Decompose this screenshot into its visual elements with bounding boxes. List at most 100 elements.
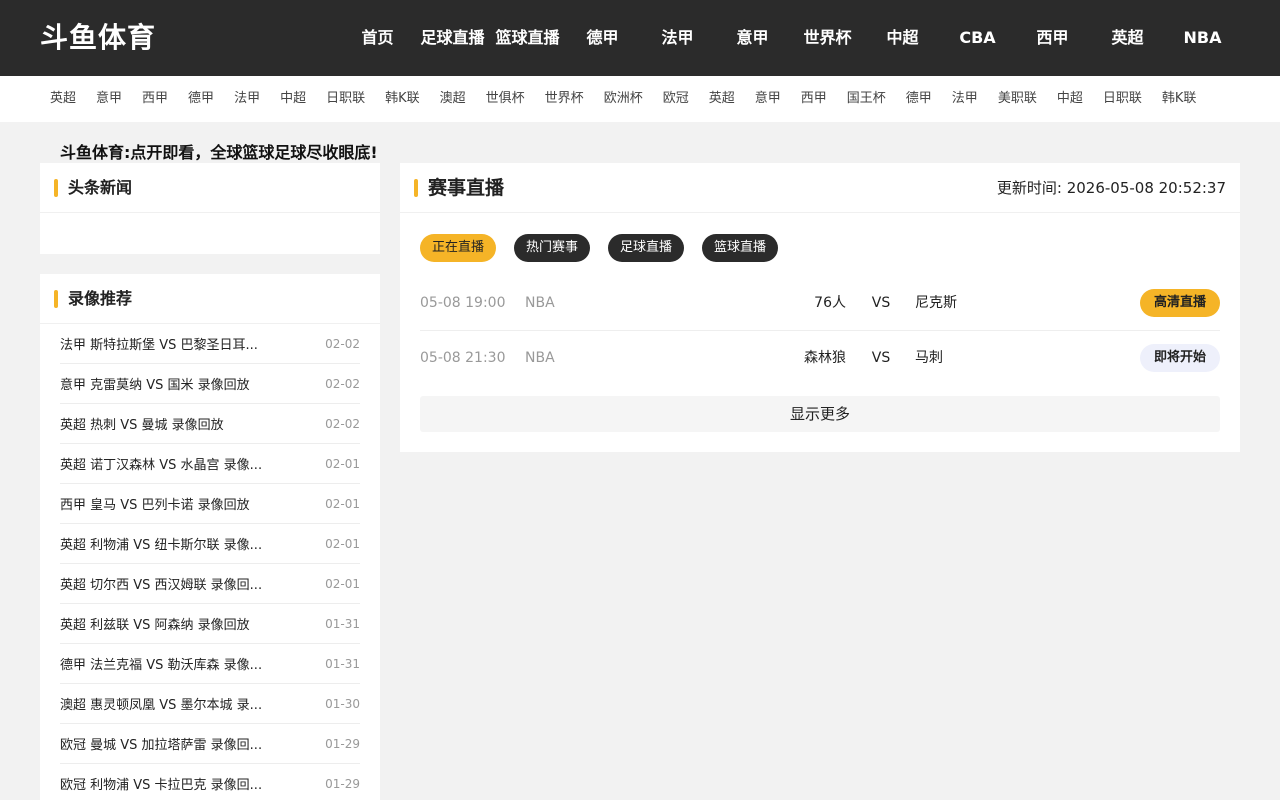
replay-date: 02-01 bbox=[325, 536, 360, 551]
replay-title[interactable]: 英超 利物浦 VS 纽卡斯尔联 录像... bbox=[60, 534, 262, 553]
subnav-item[interactable]: 世俱杯 bbox=[476, 76, 535, 122]
replay-title[interactable]: 英超 切尔西 VS 西汉姆联 录像回... bbox=[60, 574, 262, 593]
subnav-item[interactable]: 世界杯 bbox=[535, 76, 594, 122]
starting-soon-button[interactable]: 即将开始 bbox=[1139, 344, 1220, 372]
replay-date: 02-02 bbox=[325, 416, 360, 431]
nav-item-la-liga[interactable]: 西甲 bbox=[1015, 0, 1090, 76]
subnav-item[interactable]: 中超 bbox=[270, 76, 316, 122]
subnav-item[interactable]: 中超 bbox=[1047, 76, 1093, 122]
panel-header: 头条新闻 bbox=[40, 163, 380, 213]
replay-date: 01-29 bbox=[325, 736, 360, 751]
vs-label: VS bbox=[871, 295, 891, 311]
replay-title[interactable]: 欧冠 利物浦 VS 卡拉巴克 录像回... bbox=[60, 774, 262, 793]
subnav-item[interactable]: 韩K联 bbox=[375, 76, 430, 122]
nav-item-home[interactable]: 首页 bbox=[340, 0, 415, 76]
home-team: 森林狼 bbox=[804, 350, 846, 366]
subnav-item[interactable]: 美职联 bbox=[988, 76, 1047, 122]
update-time: 更新时间: 2026-05-08 20:52:37 bbox=[997, 163, 1226, 213]
replay-item[interactable]: 英超 利物浦 VS 纽卡斯尔联 录像... 02-01 bbox=[60, 524, 360, 564]
subnav-item[interactable]: 法甲 bbox=[224, 76, 270, 122]
site-slogan: 斗鱼体育:点开即看，全球篮球足球尽收眼底! bbox=[60, 143, 378, 162]
match-time: 05-08 19:00 bbox=[420, 295, 506, 311]
update-time-value: 2026-05-08 20:52:37 bbox=[1066, 179, 1226, 197]
match-row[interactable]: 05-08 19:00 NBA 76人 VS 尼克斯 高清直播 bbox=[420, 276, 1220, 331]
replay-item[interactable]: 英超 诺丁汉森林 VS 水晶宫 录像... 02-01 bbox=[60, 444, 360, 484]
nav-item-csl[interactable]: 中超 bbox=[865, 0, 940, 76]
match-league: NBA bbox=[525, 295, 555, 311]
subnav-item[interactable]: 西甲 bbox=[791, 76, 837, 122]
replay-item[interactable]: 英超 热刺 VS 曼城 录像回放 02-02 bbox=[60, 404, 360, 444]
replay-date: 01-29 bbox=[325, 776, 360, 791]
replay-panel: 录像推荐 法甲 斯特拉斯堡 VS 巴黎圣日耳... 02-02 意甲 克雷莫纳 V… bbox=[40, 274, 380, 800]
subnav-item[interactable]: 法甲 bbox=[942, 76, 988, 122]
accent-bar bbox=[54, 179, 58, 197]
subnav-item[interactable]: 德甲 bbox=[178, 76, 224, 122]
tab-hot-matches[interactable]: 热门赛事 bbox=[514, 234, 591, 262]
subnav-item[interactable]: 日职联 bbox=[1093, 76, 1152, 122]
panel-title: 头条新闻 bbox=[68, 178, 133, 197]
accent-bar bbox=[54, 290, 58, 308]
subnav-item[interactable]: 意甲 bbox=[86, 76, 132, 122]
update-time-label: 更新时间: bbox=[996, 179, 1062, 197]
subnav-item[interactable]: 欧冠 bbox=[653, 76, 699, 122]
nav-item-cba[interactable]: CBA bbox=[940, 0, 1015, 76]
nav-item-ligue1[interactable]: 法甲 bbox=[640, 0, 715, 76]
subnav-item[interactable]: 英超 bbox=[699, 76, 745, 122]
tab-live-now[interactable]: 正在直播 bbox=[420, 234, 497, 262]
main-nav: 首页 足球直播 篮球直播 德甲 法甲 意甲 世界杯 中超 CBA 西甲 英超 N… bbox=[340, 0, 1265, 76]
away-team: 马刺 bbox=[915, 350, 943, 366]
replay-item[interactable]: 欧冠 利物浦 VS 卡拉巴克 录像回... 01-29 bbox=[60, 764, 360, 800]
subnav-item[interactable]: 韩K联 bbox=[1152, 76, 1207, 122]
away-team: 尼克斯 bbox=[915, 295, 957, 311]
show-more-button[interactable]: 显示更多 bbox=[420, 396, 1220, 432]
subnav-item[interactable]: 英超 bbox=[40, 76, 86, 122]
match-time: 05-08 21:30 bbox=[420, 350, 506, 366]
nav-item-world-cup[interactable]: 世界杯 bbox=[790, 0, 865, 76]
subnav-item[interactable]: 欧洲杯 bbox=[594, 76, 653, 122]
nav-item-nba[interactable]: NBA bbox=[1165, 0, 1240, 76]
panel-header: 赛事直播 更新时间: 2026-05-08 20:52:37 bbox=[400, 163, 1240, 213]
subnav-item[interactable]: 澳超 bbox=[430, 76, 476, 122]
replay-item[interactable]: 英超 利兹联 VS 阿森纳 录像回放 01-31 bbox=[60, 604, 360, 644]
replay-title[interactable]: 澳超 惠灵顿凤凰 VS 墨尔本城 录... bbox=[60, 694, 262, 713]
subnav-item[interactable]: 国王杯 bbox=[837, 76, 896, 122]
replay-item[interactable]: 英超 切尔西 VS 西汉姆联 录像回... 02-01 bbox=[60, 564, 360, 604]
replay-item[interactable]: 欧冠 曼城 VS 加拉塔萨雷 录像回... 01-29 bbox=[60, 724, 360, 764]
replay-item[interactable]: 意甲 克雷莫纳 VS 国米 录像回放 02-02 bbox=[60, 364, 360, 404]
subnav-item[interactable]: 日职联 bbox=[316, 76, 375, 122]
home-team: 76人 bbox=[814, 295, 846, 311]
league-subnav: 英超 意甲 西甲 德甲 法甲 中超 日职联 韩K联 澳超 世俱杯 世界杯 欧洲杯… bbox=[0, 76, 1280, 122]
panel-title: 赛事直播 bbox=[428, 177, 505, 199]
replay-item[interactable]: 澳超 惠灵顿凤凰 VS 墨尔本城 录... 01-30 bbox=[60, 684, 360, 724]
replay-title[interactable]: 欧冠 曼城 VS 加拉塔萨雷 录像回... bbox=[60, 734, 262, 753]
replay-item[interactable]: 德甲 法兰克福 VS 勒沃库森 录像... 01-31 bbox=[60, 644, 360, 684]
subnav-item[interactable]: 德甲 bbox=[896, 76, 942, 122]
nav-item-football-live[interactable]: 足球直播 bbox=[415, 0, 490, 76]
replay-title[interactable]: 意甲 克雷莫纳 VS 国米 录像回放 bbox=[60, 374, 250, 393]
hd-live-button[interactable]: 高清直播 bbox=[1139, 289, 1220, 317]
live-matches-panel: 赛事直播 更新时间: 2026-05-08 20:52:37 正在直播 热门赛事… bbox=[400, 163, 1240, 452]
replay-title[interactable]: 英超 利兹联 VS 阿森纳 录像回放 bbox=[60, 614, 250, 633]
match-row[interactable]: 05-08 21:30 NBA 森林狼 VS 马刺 即将开始 bbox=[420, 331, 1220, 386]
nav-item-bundesliga[interactable]: 德甲 bbox=[565, 0, 640, 76]
tab-basketball-live[interactable]: 篮球直播 bbox=[702, 234, 779, 262]
replay-title[interactable]: 法甲 斯特拉斯堡 VS 巴黎圣日耳... bbox=[60, 334, 258, 353]
replay-item[interactable]: 法甲 斯特拉斯堡 VS 巴黎圣日耳... 02-02 bbox=[60, 324, 360, 364]
replay-title[interactable]: 德甲 法兰克福 VS 勒沃库森 录像... bbox=[60, 654, 262, 673]
replay-title[interactable]: 英超 诺丁汉森林 VS 水晶宫 录像... bbox=[60, 454, 262, 473]
replay-item[interactable]: 西甲 皇马 VS 巴列卡诺 录像回放 02-01 bbox=[60, 484, 360, 524]
subnav-item[interactable]: 意甲 bbox=[745, 76, 791, 122]
nav-item-serie-a[interactable]: 意甲 bbox=[715, 0, 790, 76]
replay-date: 02-02 bbox=[325, 376, 360, 391]
replay-title[interactable]: 西甲 皇马 VS 巴列卡诺 录像回放 bbox=[60, 494, 250, 513]
subnav-item[interactable]: 西甲 bbox=[132, 76, 178, 122]
replay-title[interactable]: 英超 热刺 VS 曼城 录像回放 bbox=[60, 414, 224, 433]
nav-item-premier-league[interactable]: 英超 bbox=[1090, 0, 1165, 76]
tab-football-live[interactable]: 足球直播 bbox=[608, 234, 685, 262]
panel-header: 录像推荐 bbox=[40, 274, 380, 324]
accent-bar bbox=[414, 179, 418, 197]
replay-date: 01-31 bbox=[325, 616, 360, 631]
site-logo[interactable]: 斗鱼体育 bbox=[40, 18, 156, 58]
nav-item-basketball-live[interactable]: 篮球直播 bbox=[490, 0, 565, 76]
panel-title: 录像推荐 bbox=[68, 289, 133, 308]
